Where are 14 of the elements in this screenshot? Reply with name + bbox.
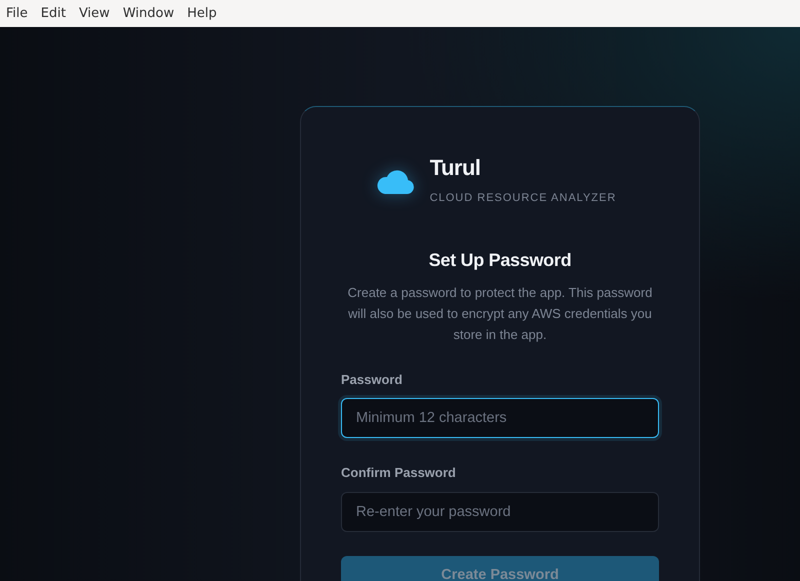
menu-item[interactable]: Help bbox=[187, 4, 217, 24]
password-field[interactable]: Minimum 12 characters bbox=[341, 398, 659, 438]
field-label: Confirm Password bbox=[341, 464, 457, 482]
menu-item[interactable]: View bbox=[78, 4, 110, 24]
form-description: Create a password to protect the app. This password will also be used to encrypt any AWS credentials you store in the app. bbox=[346, 284, 654, 344]
menu-item[interactable]: Edit bbox=[40, 4, 66, 24]
password-field[interactable]: Re-enter your password bbox=[341, 492, 659, 532]
app-tagline: CLOUD RESOURCE ANALYZER bbox=[430, 191, 616, 206]
form-title: Set Up Password bbox=[428, 248, 572, 272]
app-name: Turul bbox=[430, 156, 482, 180]
menu-item[interactable]: Window bbox=[122, 4, 174, 24]
cloud-icon bbox=[376, 168, 414, 194]
menu-item[interactable]: File bbox=[6, 4, 28, 24]
field-label: Password bbox=[341, 370, 404, 389]
